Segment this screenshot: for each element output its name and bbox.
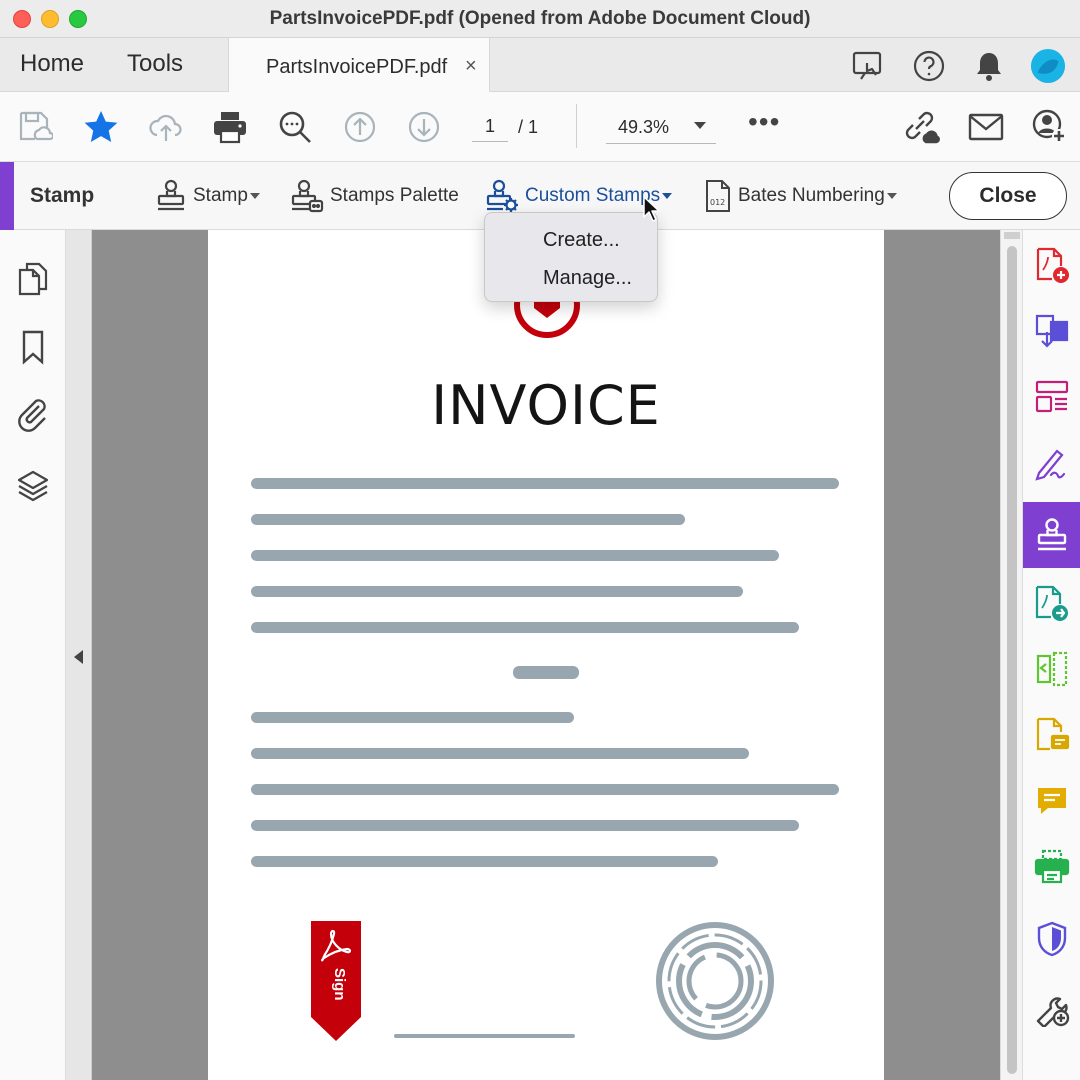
chevron-left-icon[interactable] (74, 650, 83, 664)
seal-icon (656, 922, 774, 1040)
bookmark-icon[interactable] (14, 328, 52, 366)
text-line (513, 666, 579, 679)
window-titlebar: PartsInvoicePDF.pdf (Opened from Adobe D… (0, 0, 1080, 38)
attachments-paperclip-icon[interactable] (14, 395, 52, 433)
page-total: / 1 (518, 117, 539, 137)
invoice-heading: INVOICE (431, 374, 661, 437)
bates-numbering-icon: 012 (706, 180, 730, 212)
tab-home[interactable]: Home (20, 50, 84, 78)
tab-close-icon[interactable]: × (465, 55, 477, 78)
text-line (251, 550, 779, 561)
text-line (251, 622, 799, 633)
previous-page-icon[interactable] (341, 108, 379, 146)
custom-stamps-label: Custom Stamps (525, 185, 661, 206)
stamp-tool-icon[interactable] (1023, 502, 1080, 568)
window-title: PartsInvoicePDF.pdf (Opened from Adobe D… (269, 8, 811, 29)
menu-item-manage[interactable]: Manage... (543, 267, 632, 290)
text-line (251, 784, 839, 795)
tab-document[interactable]: PartsInvoicePDF.pdf × (228, 38, 490, 92)
text-line (251, 856, 718, 867)
close-tool-button[interactable]: Close (949, 172, 1067, 220)
pdf-page[interactable]: INVOICE Sign (208, 230, 884, 1080)
notifications-bell-icon[interactable] (971, 48, 1007, 84)
stamp-menu-label: Stamp (193, 185, 248, 206)
save-cloud-icon[interactable] (16, 108, 54, 146)
star-icon[interactable] (82, 108, 120, 146)
vertical-scrollbar[interactable] (1000, 230, 1022, 1080)
chevron-down-icon (886, 193, 897, 199)
scrollbar-thumb[interactable] (1007, 246, 1017, 1074)
protect-shield-icon[interactable] (1023, 906, 1080, 972)
tab-document-label: PartsInvoicePDF.pdf (266, 56, 448, 78)
combine-files-icon[interactable] (1023, 298, 1080, 364)
zoom-search-icon[interactable] (276, 108, 314, 146)
right-tools-pane (1022, 230, 1080, 1080)
layers-icon[interactable] (14, 467, 52, 505)
text-line (251, 712, 574, 723)
chevron-down-icon (249, 193, 260, 199)
more-tools-wrench-icon[interactable] (1023, 976, 1080, 1042)
email-icon[interactable] (967, 108, 1005, 146)
custom-stamps-dropdown: Create... Manage... (484, 212, 658, 302)
sign-ribbon[interactable]: Sign (310, 920, 362, 1042)
text-line (251, 514, 685, 525)
share-link-cloud-icon[interactable] (902, 108, 940, 146)
upload-cloud-icon[interactable] (147, 108, 185, 146)
bates-numbering-label: Bates Numbering (738, 185, 885, 206)
text-line (251, 586, 743, 597)
text-line (251, 820, 799, 831)
share-screen-icon[interactable] (850, 48, 886, 84)
comment-bubble-icon[interactable] (1023, 768, 1080, 834)
stamp-menu-button[interactable]: Stamp (155, 178, 260, 214)
tab-bar: Home Tools PartsInvoicePDF.pdf × (0, 38, 1080, 92)
stamp-icon (157, 179, 185, 211)
add-user-icon[interactable] (1031, 108, 1069, 146)
document-viewport[interactable]: INVOICE Sign (92, 230, 1000, 1080)
sign-label: Sign (331, 968, 348, 1001)
tab-tools[interactable]: Tools (127, 50, 183, 78)
fill-and-sign-icon[interactable] (1023, 430, 1080, 496)
left-pane-collapse-handle[interactable] (66, 230, 92, 1080)
help-icon[interactable] (911, 48, 947, 84)
compare-files-icon[interactable] (1023, 636, 1080, 702)
bates-numbering-menu-button[interactable]: 012 Bates Numbering (704, 178, 897, 214)
left-navigation-pane (0, 230, 66, 1080)
more-options-icon[interactable]: ••• (748, 106, 780, 138)
custom-stamp-gear-icon (486, 179, 518, 212)
print-production-icon[interactable] (1023, 834, 1080, 900)
stamps-palette-button[interactable]: Stamps Palette (290, 178, 459, 214)
stamp-toolbar-title: Stamp (30, 184, 95, 207)
stamps-palette-icon (291, 179, 324, 213)
comment-document-icon[interactable] (1023, 702, 1080, 768)
main-toolbar: 1 / 1 49.3% ••• (0, 92, 1080, 162)
svg-text:012: 012 (710, 198, 725, 207)
next-page-icon[interactable] (405, 108, 443, 146)
page-thumbnails-icon[interactable] (14, 260, 52, 298)
mouse-cursor-icon (643, 196, 660, 222)
signature-line (394, 1034, 575, 1038)
organize-pages-icon[interactable] (1023, 364, 1080, 430)
chevron-down-icon[interactable] (694, 122, 706, 129)
chevron-down-icon (662, 193, 673, 199)
export-pdf-icon[interactable] (1023, 570, 1080, 636)
page-number-input[interactable]: 1 (472, 110, 508, 142)
stamp-toolbar-accent (0, 162, 14, 230)
create-pdf-icon[interactable] (1023, 232, 1080, 298)
user-avatar[interactable] (1030, 48, 1066, 84)
toolbar-divider (576, 104, 577, 148)
text-line (251, 748, 749, 759)
stamps-palette-label: Stamps Palette (330, 185, 459, 206)
scrollbar-arrow-up[interactable] (1004, 232, 1020, 239)
menu-item-create[interactable]: Create... (543, 229, 620, 252)
print-icon[interactable] (211, 108, 249, 146)
text-line (251, 478, 839, 489)
